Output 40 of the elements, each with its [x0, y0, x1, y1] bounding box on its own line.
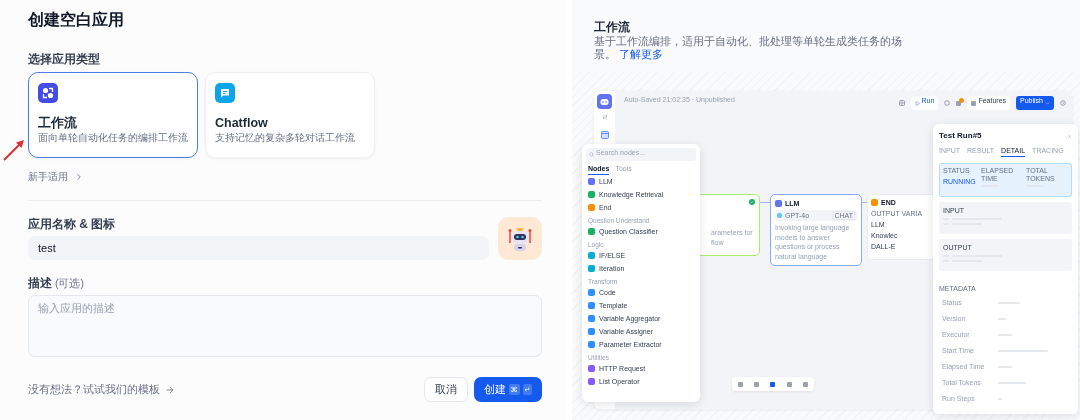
annotation-arrow: [2, 138, 26, 162]
app-type-card[interactable]: 工作流 面向单轮自动化任务的编排工作流: [28, 72, 198, 158]
name-input-field[interactable]: test: [28, 236, 489, 260]
card-description: 面向单轮自动化任务的编排工作流: [38, 131, 188, 145]
card-title: 工作流: [38, 115, 78, 131]
template-link-text[interactable]: 没有想法？试试我们的模板: [28, 382, 160, 397]
card-title: Chatflow: [215, 115, 269, 131]
panel-title: Test Run#5: [939, 131, 982, 142]
preview-title: 工作流: [594, 19, 631, 35]
field-label: 应用名称 & 图标: [28, 216, 117, 233]
browser-icon[interactable]: [600, 131, 609, 139]
app-icon-button[interactable]: [498, 217, 542, 260]
chevron-right-icon: [74, 172, 84, 182]
optional-hint: (可选): [55, 276, 84, 291]
grid-icon[interactable]: [898, 100, 905, 106]
beginner-link[interactable]: 新手适用: [28, 170, 84, 184]
end-node-icon: [871, 199, 878, 207]
field-label: 描述: [28, 275, 52, 292]
chevron-down-icon: [1045, 100, 1050, 106]
cancel-button[interactable]: 取消: [424, 377, 468, 402]
section-label: 选择应用类型: [28, 51, 101, 68]
close-icon[interactable]: [1067, 133, 1072, 139]
description-field[interactable]: 输入应用的描述: [28, 295, 542, 357]
check-circle-icon: [749, 199, 755, 205]
template-link[interactable]: 没有想法？试试我们的模板: [28, 382, 418, 397]
model-icon: [777, 213, 782, 219]
clock-icon[interactable]: [1060, 100, 1066, 106]
search-icon: [589, 152, 594, 157]
swap-icon[interactable]: [601, 114, 608, 120]
card-description: 支持记忆的复杂多轮对话工作流: [215, 131, 356, 145]
preview-description: 基于工作流编排，适用于自动化、批处理等单轮生成类任务的场景。 了解更多: [594, 35, 903, 61]
learn-more-link[interactable]: 了解更多: [618, 48, 663, 60]
llm-node-icon: [775, 200, 782, 208]
robot-logo-icon: [597, 94, 612, 109]
arrow-right-icon: [165, 384, 175, 395]
app-type-card[interactable]: Chatflow 支持记忆的复杂多轮对话工作流: [205, 72, 375, 158]
workflow-icon: [38, 83, 58, 103]
dialog-title: 创建空白应用: [28, 10, 125, 30]
chat-bubble-icon: [215, 83, 235, 103]
play-icon: [914, 100, 920, 106]
